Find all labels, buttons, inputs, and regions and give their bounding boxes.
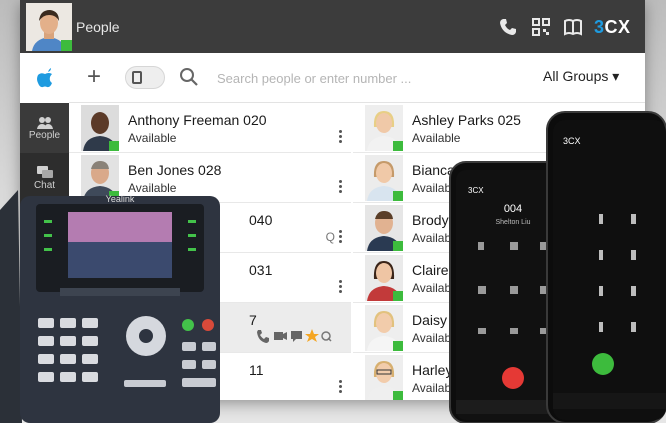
search-input[interactable]	[217, 67, 457, 89]
avatar	[365, 205, 403, 251]
presence-indicator	[61, 40, 72, 51]
more-options-icon[interactable]	[339, 180, 343, 194]
group-filter-dropdown[interactable]: All Groups ▾	[543, 68, 619, 85]
presence-indicator	[393, 141, 403, 151]
avatar	[81, 105, 119, 151]
video-icon	[274, 332, 283, 340]
search-icon[interactable]	[179, 67, 199, 87]
call-icon	[257, 330, 269, 343]
chat-icon	[36, 165, 53, 178]
toolbar: + All Groups ▾	[69, 53, 645, 103]
presence-indicator	[109, 141, 119, 151]
contact-name: Harley	[412, 362, 453, 378]
contact-name: Brody	[412, 212, 449, 228]
contact-presence: Availab	[412, 281, 452, 295]
contact-name: Ben Jones 028	[128, 162, 222, 178]
queue-icon: Q	[325, 230, 335, 244]
presence-indicator	[393, 241, 403, 251]
call-button	[592, 353, 614, 375]
view-toggle[interactable]	[125, 66, 165, 89]
contact-presence: Availab	[412, 231, 452, 245]
phone-brand: Yealink	[106, 194, 135, 204]
more-options-icon[interactable]	[339, 130, 343, 144]
contact-name: Daisy	[412, 312, 448, 328]
contact-row[interactable]: Anthony Freeman 020 Available	[69, 103, 351, 153]
avatar	[365, 255, 403, 301]
sidebar-item-people[interactable]: People	[20, 103, 69, 153]
caller-name: Shelton Liu	[495, 219, 530, 226]
qr-code-icon[interactable]	[531, 17, 551, 37]
page-title: People	[76, 19, 120, 35]
contact-name: Ashley Parks 025	[412, 112, 521, 128]
avatar	[365, 305, 403, 351]
sidebar-item-label: Chat	[33, 179, 56, 191]
mobile-phone-dialer: 3CX	[546, 111, 666, 423]
people-icon	[36, 116, 53, 129]
contact-name: 11	[249, 362, 264, 378]
favorite-star-icon	[305, 329, 319, 342]
phone-icon[interactable]	[498, 17, 518, 37]
more-options-icon[interactable]	[339, 280, 343, 294]
contact-name: 040	[249, 212, 273, 228]
brand-logo: 3CX	[594, 17, 631, 37]
more-options-icon[interactable]	[339, 380, 343, 394]
contact-name: Anthony Freeman 020	[128, 112, 267, 128]
contact-name: Claire	[412, 262, 449, 278]
title-bar: People 3CX	[20, 0, 645, 53]
contact-name: 031	[249, 262, 273, 278]
app-header: 3CX	[468, 186, 484, 195]
contact-presence: Availab	[412, 331, 452, 345]
avatar	[365, 155, 403, 201]
hang-up-button	[502, 367, 524, 389]
contact-actions	[255, 327, 335, 350]
presence-indicator	[393, 191, 403, 201]
avatar	[365, 355, 403, 400]
more-options-icon[interactable]	[339, 230, 343, 244]
contact-presence: Availab	[412, 381, 452, 395]
apple-logo-icon	[20, 53, 69, 103]
book-icon[interactable]	[563, 17, 583, 37]
contact-name: 7	[249, 312, 257, 328]
user-avatar[interactable]	[26, 3, 72, 51]
sidebar-item-label: People	[28, 129, 61, 141]
desk-phone: Yealink	[0, 190, 220, 423]
contact-presence: Available	[412, 131, 461, 145]
contact-presence: Availab	[412, 181, 452, 195]
contact-presence: Available	[128, 131, 177, 145]
app-header: 3CX	[563, 136, 581, 146]
contact-card-icon	[132, 71, 142, 84]
call-number: 004	[504, 203, 522, 215]
presence-indicator	[393, 341, 403, 351]
presence-indicator	[393, 391, 403, 400]
add-contact-button[interactable]: +	[87, 65, 101, 89]
avatar	[365, 105, 403, 151]
presence-indicator	[393, 291, 403, 301]
message-icon	[291, 331, 302, 339]
